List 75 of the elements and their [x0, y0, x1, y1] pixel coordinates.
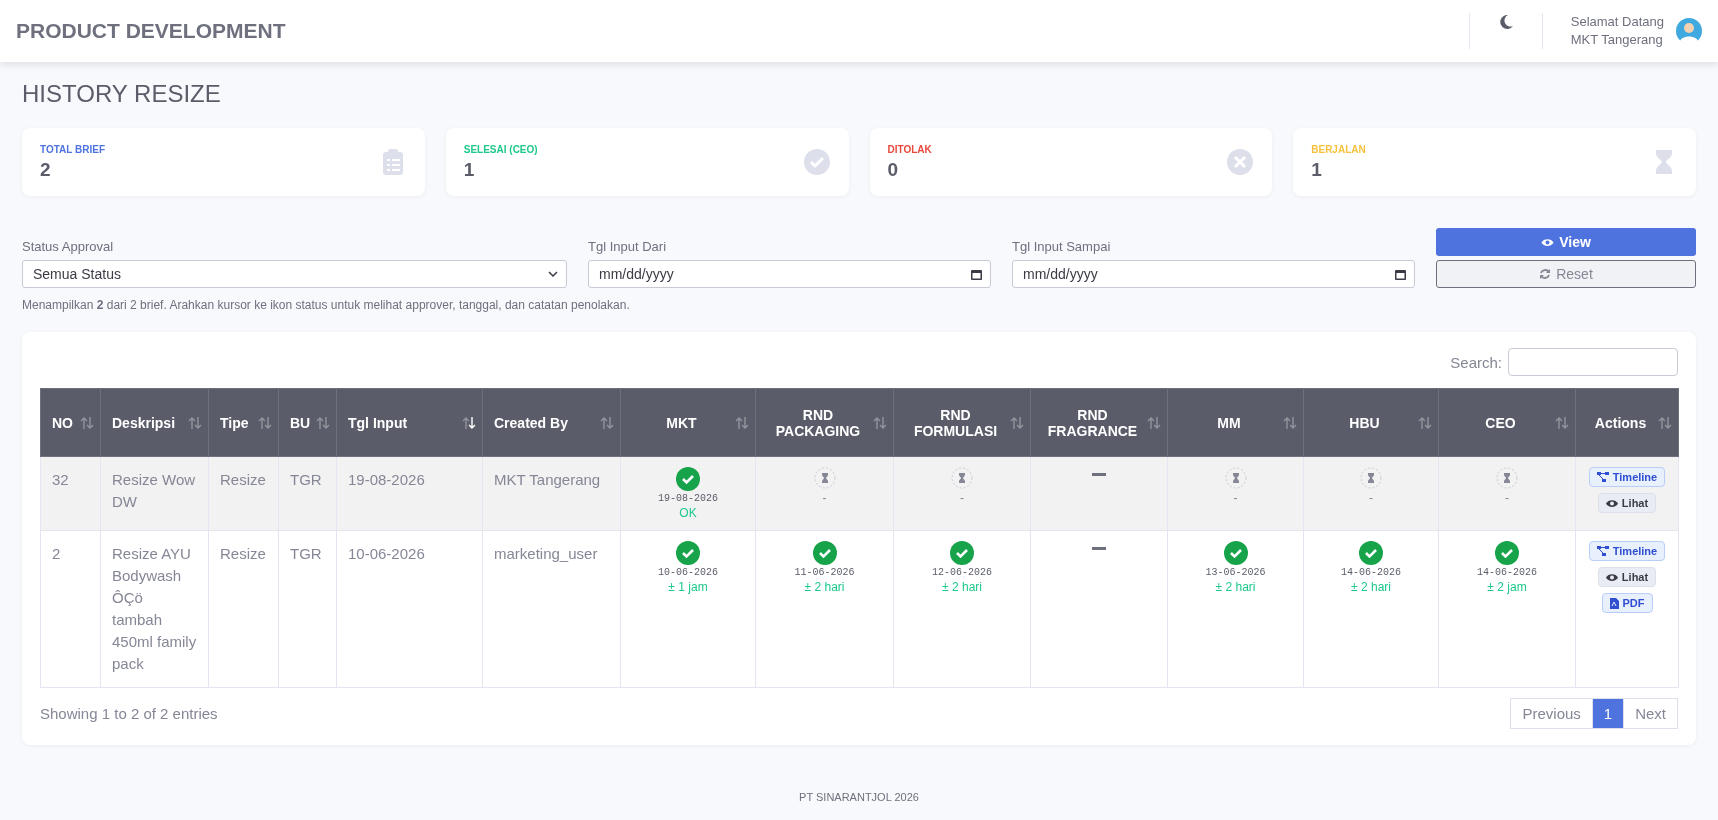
approval-date: 14-06-2026	[1341, 567, 1401, 578]
table-cell: 10-06-2026	[336, 530, 483, 688]
column-header[interactable]: RND FRAGRANCE	[1030, 388, 1168, 457]
column-header[interactable]: Created By	[482, 388, 621, 457]
view-button[interactable]: View	[1436, 228, 1696, 256]
column-header[interactable]: RND PACKAGING	[755, 388, 894, 457]
approval-date: 11-06-2026	[794, 567, 855, 578]
column-header[interactable]: Actions	[1575, 388, 1679, 457]
date-field[interactable]: mm/dd/yyyy	[588, 260, 991, 288]
user-name: MKT Tangerang	[1570, 31, 1664, 49]
approval-note: ± 2 hari	[804, 580, 845, 594]
approval-note: OK	[679, 506, 697, 520]
approval-note: -	[1233, 491, 1238, 505]
approval-note: ± 2 hari	[1215, 580, 1256, 594]
approval-note: -	[1505, 491, 1509, 505]
approval-note: ± 2 jam	[1487, 580, 1527, 594]
table-cell: 2	[40, 530, 101, 688]
view-button[interactable]: Lihat	[1597, 493, 1657, 513]
approval-date: 19-08-2026	[658, 493, 718, 504]
column-header[interactable]: Deskripsi	[100, 388, 209, 457]
approval-note: ± 2 hari	[942, 580, 982, 594]
column-header[interactable]: NO	[40, 388, 101, 457]
approval-date: 12-06-2026	[932, 567, 992, 578]
page-button[interactable]: Next	[1623, 698, 1678, 729]
column-header[interactable]: MKT	[620, 388, 756, 457]
field-label: Status Approval	[22, 239, 115, 254]
approval-note: ± 2 hari	[1351, 580, 1391, 594]
stat-value: 1	[463, 158, 476, 181]
timeline-button[interactable]: Timeline	[1588, 467, 1666, 487]
column-header[interactable]: MM	[1167, 388, 1304, 457]
table-cell: marketing_user	[482, 530, 621, 688]
approval-note: -	[822, 491, 827, 505]
date-field[interactable]: mm/dd/yyyy	[1012, 260, 1415, 288]
greeting-text: Selamat Datang	[1570, 13, 1664, 31]
column-header[interactable]: HBU	[1303, 388, 1439, 457]
approval-date: 10-06-2026	[658, 567, 718, 578]
stat-value: 2	[40, 158, 52, 181]
page-title: HISTORY RESIZE	[22, 80, 222, 108]
table-cell: 32	[40, 456, 101, 531]
table-cell: MKT Tangerang	[482, 456, 621, 531]
approval-date: 13-06-2026	[1205, 567, 1266, 578]
table-cell: Resize	[208, 530, 279, 688]
stat-value: 1	[1311, 158, 1323, 181]
table-cell: Resize Wow DW	[100, 456, 209, 531]
approval-date: 14-06-2026	[1477, 567, 1537, 578]
page-button[interactable]: Previous	[1510, 698, 1593, 729]
table-cell: Resize	[208, 456, 279, 531]
table-cell: TGR	[278, 456, 337, 531]
approval-note: -	[1369, 491, 1373, 505]
footer-text: PT SINARANTJOL 2026	[798, 791, 920, 803]
field-label: Tgl Input Sampai	[1012, 239, 1112, 254]
approval-note: ± 1 jam	[668, 580, 708, 594]
stat-label: TOTAL BRIEF	[40, 143, 106, 155]
column-header[interactable]: RND FORMULASI	[893, 388, 1031, 457]
column-header[interactable]: Tipe	[208, 388, 279, 457]
table-cell: 19-08-2026	[336, 456, 483, 531]
approval-note: -	[960, 491, 964, 505]
stat-label: DITOLAK	[887, 143, 933, 155]
table-info: Showing 1 to 2 of 2 entries	[40, 705, 218, 722]
column-header[interactable]: Tgl Input	[336, 388, 483, 457]
view-button[interactable]: Lihat	[1597, 567, 1657, 587]
app-title: PRODUCT DEVELOPMENT	[16, 19, 287, 43]
table-cell: TGR	[278, 530, 337, 688]
table-cell: Resize AYU Bodywash ÔÇö tambah 450ml family pack	[100, 530, 209, 688]
field-label: Tgl Input Dari	[588, 239, 668, 254]
column-header[interactable]: CEO	[1438, 388, 1576, 457]
status-select[interactable]: Semua Status	[22, 260, 567, 288]
pdf-button[interactable]: PDF	[1601, 593, 1653, 613]
stat-label: SELESAI (CEO)	[463, 143, 539, 155]
search-label: Search:	[1450, 353, 1502, 371]
timeline-button[interactable]: Timeline	[1588, 541, 1666, 561]
column-header[interactable]: BU	[278, 388, 337, 457]
info-text: Menampilkan 2 dari 2 brief. Arahkan kursor ke ikon status untuk melihat approver, tanggal, dan catatan penolakan.	[22, 298, 631, 312]
stat-value: 0	[887, 158, 900, 181]
stat-label: BERJALAN	[1311, 143, 1367, 155]
